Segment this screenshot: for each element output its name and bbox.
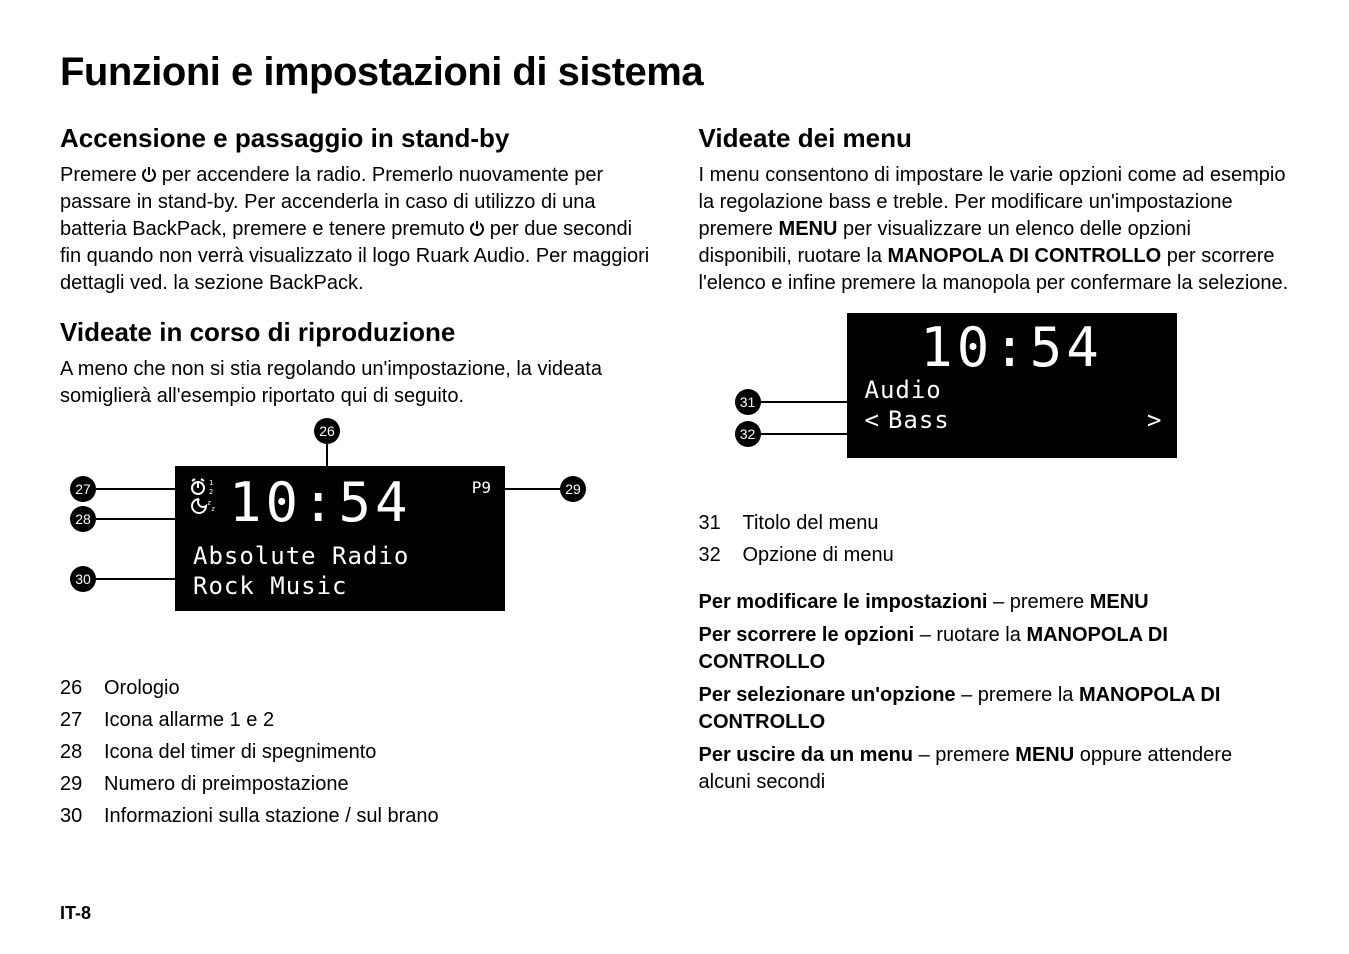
- heading-power: Accensione e passaggio in stand-by: [60, 123, 651, 154]
- left-column: Accensione e passaggio in stand-by Preme…: [60, 123, 651, 832]
- instruction: Per scorrere le opzioni – ruotare la MAN…: [699, 622, 1290, 676]
- alarm-icon: 1 2: [189, 478, 219, 496]
- heading-nowplaying: Videate in corso di riproduzione: [60, 317, 651, 348]
- lcd-station: Absolute Radio: [189, 541, 491, 571]
- callout-line: [96, 518, 176, 520]
- text-bold: Per modificare le impostazioni: [699, 591, 988, 613]
- callout-line: [761, 433, 847, 435]
- legend-num: 29: [60, 768, 88, 800]
- instruction: Per uscire da un menu – premere MENU opp…: [699, 742, 1290, 796]
- callout-badge-28: 28: [70, 506, 96, 532]
- legend-text: Numero di preimpostazione: [104, 768, 349, 800]
- text-bold: MENU: [779, 218, 838, 240]
- paragraph-power: Premere per accendere la radio. Premerlo…: [60, 162, 651, 297]
- power-icon: [142, 168, 156, 182]
- lcd-clock: 10:54: [229, 472, 455, 530]
- text-bold: MENU: [1015, 744, 1074, 766]
- legend-text: Orologio: [104, 672, 180, 704]
- lcd-menu-diagram: 31 32 10:54 Audio < Bass >: [699, 313, 1209, 483]
- legend-num: 26: [60, 672, 88, 704]
- lcd-menu-option: < Bass >: [861, 405, 1163, 435]
- text-bold: Per selezionare un'opzione: [699, 684, 956, 706]
- lcd-menu-title: Audio: [861, 375, 1163, 405]
- instruction: Per selezionare un'opzione – premere la …: [699, 682, 1290, 736]
- svg-text:1: 1: [209, 479, 213, 487]
- legend-num: 30: [60, 800, 88, 832]
- legend-item: 32 Opzione di menu: [699, 539, 1290, 571]
- legend-text: Icona allarme 1 e 2: [104, 704, 274, 736]
- text-bold: Per uscire da un menu: [699, 744, 914, 766]
- power-icon: [470, 222, 484, 236]
- legend-item: 27 Icona allarme 1 e 2: [60, 704, 651, 736]
- instruction: Per modificare le impostazioni – premere…: [699, 589, 1290, 616]
- callout-line: [96, 488, 176, 490]
- text: – ruotare la: [914, 624, 1026, 646]
- lcd-preset: P9: [461, 472, 491, 497]
- legend-item: 30 Informazioni sulla stazione / sul bran…: [60, 800, 651, 832]
- lcd-genre: Rock Music: [189, 571, 491, 601]
- legend-item: 28 Icona del timer di spegnimento: [60, 736, 651, 768]
- legend-text: Opzione di menu: [743, 539, 894, 571]
- lcd-screen-menu: 10:54 Audio < Bass >: [847, 313, 1177, 458]
- legend-num: 32: [699, 539, 727, 571]
- text: – premere: [913, 744, 1015, 766]
- svg-text:z: z: [211, 505, 215, 513]
- text: Premere: [60, 164, 142, 186]
- lcd-menu-clock: 10:54: [861, 319, 1163, 375]
- text-bold: MANOPOLA DI CONTROLLO: [888, 245, 1162, 267]
- legend-text: Informazioni sulla stazione / sul brano: [104, 800, 439, 832]
- legend-text: Icona del timer di spegnimento: [104, 736, 376, 768]
- legend-item: 31 Titolo del menu: [699, 507, 1290, 539]
- legend-num: 31: [699, 507, 727, 539]
- paragraph-nowplaying: A meno che non si stia regolando un'impo…: [60, 356, 651, 410]
- lcd-menu-option-text: Bass: [888, 405, 950, 435]
- svg-text:2: 2: [209, 488, 213, 496]
- callout-badge-31: 31: [735, 389, 761, 415]
- legend-list-left: 26 Orologio 27 Icona allarme 1 e 2 28 Icona…: [60, 672, 651, 832]
- callout-line: [504, 488, 560, 490]
- callout-line: [761, 401, 847, 403]
- right-column: Videate dei menu I menu consentono di im…: [699, 123, 1290, 832]
- callout-line: [96, 578, 176, 580]
- legend-num: 27: [60, 704, 88, 736]
- lcd-screen: 1 2 z z 10:54 P9 Absolute Radio Rock Mus…: [175, 466, 505, 611]
- heading-menus: Videate dei menu: [699, 123, 1290, 154]
- text: – premere la: [956, 684, 1079, 706]
- chevron-right-icon: >: [1147, 405, 1162, 435]
- chevron-left-icon: <: [865, 405, 880, 435]
- lcd-nowplaying-diagram: 26 27 28 30 29: [60, 426, 570, 646]
- legend-text: Titolo del menu: [743, 507, 879, 539]
- page-number: IT-8: [60, 903, 91, 924]
- callout-badge-29: 29: [560, 476, 586, 502]
- text-bold: MENU: [1090, 591, 1149, 613]
- legend-item: 29 Numero di preimpostazione: [60, 768, 651, 800]
- sleep-timer-icon: z z: [189, 498, 219, 514]
- legend-item: 26 Orologio: [60, 672, 651, 704]
- callout-badge-32: 32: [735, 421, 761, 447]
- page-title: Funzioni e impostazioni di sistema: [60, 50, 1289, 95]
- legend-list-right: 31 Titolo del menu 32 Opzione di menu: [699, 507, 1290, 571]
- callout-badge-26: 26: [314, 418, 340, 444]
- paragraph-menus: I menu consentono di impostare le varie …: [699, 162, 1290, 297]
- callout-badge-30: 30: [70, 566, 96, 592]
- text: – premere: [987, 591, 1089, 613]
- callout-badge-27: 27: [70, 476, 96, 502]
- legend-num: 28: [60, 736, 88, 768]
- text-bold: Per scorrere le opzioni: [699, 624, 915, 646]
